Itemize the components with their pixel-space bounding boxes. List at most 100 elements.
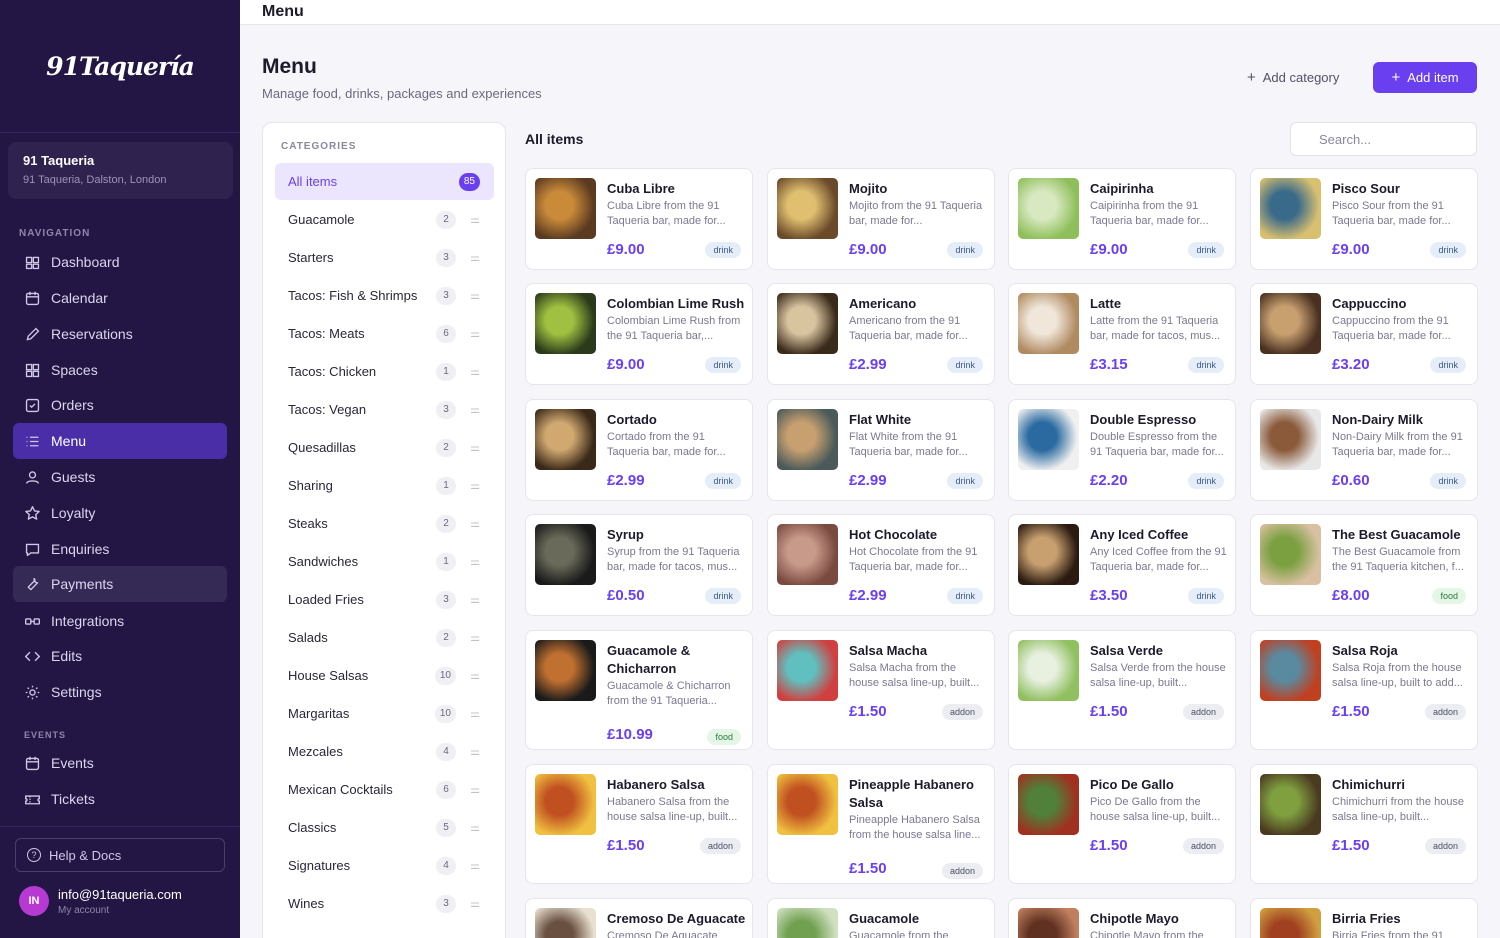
menu-item-card[interactable]: Any Iced Coffee Any Iced Coffee from the … (1008, 514, 1236, 616)
category-item[interactable]: Signatures 4 ⚌ (275, 847, 494, 884)
category-item[interactable]: Loaded Fries 3 ⚌ (275, 581, 494, 618)
category-item[interactable]: Quesadillas 2 ⚌ (275, 429, 494, 466)
category-item[interactable]: Tacos: Chicken 1 ⚌ (275, 353, 494, 390)
menu-item-card[interactable]: The Best Guacamole The Best Guacamole fro… (1250, 514, 1478, 616)
menu-item-card[interactable]: Flat White Flat White from the 91 Taqueri… (767, 399, 995, 501)
category-item[interactable]: Margaritas 10 ⚌ (275, 695, 494, 732)
menu-item-card[interactable]: Chipotle Mayo Chipotle Mayo from the (1008, 898, 1236, 938)
sidebar-item-label: Tickets (51, 791, 95, 807)
drag-handle-icon[interactable]: ⚌ (470, 555, 480, 568)
drag-handle-icon[interactable]: ⚌ (470, 669, 480, 682)
category-item[interactable]: Tacos: Fish & Shrimps 3 ⚌ (275, 277, 494, 314)
category-item[interactable]: House Salsas 10 ⚌ (275, 657, 494, 694)
category-item[interactable]: Starters 3 ⚌ (275, 239, 494, 276)
menu-item-card[interactable]: Non-Dairy Milk Non-Dairy Milk from the 91… (1250, 399, 1478, 501)
drag-handle-icon[interactable]: ⚌ (470, 441, 480, 454)
drag-handle-icon[interactable]: ⚌ (470, 251, 480, 264)
sidebar-item-orders[interactable]: Orders (13, 387, 227, 423)
sidebar-item-integrations[interactable]: Integrations (13, 603, 227, 639)
category-item[interactable]: Guacamole 2 ⚌ (275, 201, 494, 238)
venue-switcher[interactable]: 91 Taqueria 91 Taqueria, Dalston, London (8, 142, 233, 199)
menu-item-card[interactable]: Americano Americano from the 91 Taqueria … (767, 283, 995, 385)
menu-item-card[interactable]: Chimichurri Chimichurri from the house sa… (1250, 764, 1478, 884)
sidebar-item-settings[interactable]: Settings (13, 674, 227, 710)
categories-title: CATEGORIES (281, 141, 357, 152)
sidebar-item-reservations[interactable]: Reservations (13, 316, 227, 352)
sidebar-item-spaces[interactable]: Spaces (13, 352, 227, 388)
item-photo (1018, 524, 1079, 585)
menu-item-card[interactable]: Cuba Libre Cuba Libre from the 91 Taqueri… (525, 168, 753, 270)
sidebar-item-guests[interactable]: Guests (13, 459, 227, 495)
item-description: Mojito from the 91 Taqueria bar, made fo… (849, 200, 983, 227)
drag-handle-icon[interactable]: ⚌ (470, 821, 480, 834)
drag-handle-icon[interactable]: ⚌ (470, 859, 480, 872)
sidebar-item-loyalty[interactable]: Loyalty (13, 495, 227, 531)
menu-item-card[interactable]: Double Espresso Double Espresso from the … (1008, 399, 1236, 501)
sidebar-item-menu[interactable]: Menu (13, 423, 227, 459)
drag-handle-icon[interactable]: ⚌ (470, 593, 480, 606)
item-name: Non-Dairy Milk (1332, 412, 1424, 427)
menu-item-card[interactable]: Salsa Roja Salsa Roja from the house sals… (1250, 630, 1478, 750)
category-item[interactable]: Sharing 1 ⚌ (275, 467, 494, 504)
category-item[interactable]: Mezcales 4 ⚌ (275, 733, 494, 770)
menu-item-card[interactable]: Guacamole Guacamole from the (767, 898, 995, 938)
search-input[interactable] (1290, 122, 1477, 156)
menu-item-card[interactable]: Colombian Lime Rush Colombian Lime Rush f… (525, 283, 753, 385)
category-item[interactable]: Mexican Cocktails 6 ⚌ (275, 771, 494, 808)
add-item-button[interactable]: + Add item (1373, 62, 1477, 93)
menu-item-card[interactable]: Pisco Sour Pisco Sour from the 91 Taqueri… (1250, 168, 1478, 270)
drag-handle-icon[interactable]: ⚌ (470, 479, 480, 492)
drag-handle-icon[interactable]: ⚌ (470, 213, 480, 226)
help-docs-button[interactable]: ? Help & Docs (15, 838, 225, 872)
drag-handle-icon[interactable]: ⚌ (470, 707, 480, 720)
category-item[interactable]: Sandwiches 1 ⚌ (275, 543, 494, 580)
sidebar-item-enquiries[interactable]: Enquiries (13, 531, 227, 567)
menu-item-card[interactable]: Hot Chocolate Hot Chocolate from the 91 T… (767, 514, 995, 616)
menu-item-card[interactable]: Salsa Macha Salsa Macha from the house sa… (767, 630, 995, 750)
menu-item-card[interactable]: Habanero Salsa Habanero Salsa from the ho… (525, 764, 753, 884)
drag-handle-icon[interactable]: ⚌ (470, 365, 480, 378)
drag-handle-icon[interactable]: ⚌ (470, 327, 480, 340)
category-item[interactable]: Classics 5 ⚌ (275, 809, 494, 846)
drag-handle-icon[interactable]: ⚌ (470, 897, 480, 910)
menu-item-card[interactable]: Cappuccino Cappuccino from the 91 Taqueri… (1250, 283, 1478, 385)
menu-item-card[interactable]: Latte Latte from the 91 Taqueria bar, mad… (1008, 283, 1236, 385)
sidebar-item-calendar[interactable]: Calendar (13, 280, 227, 316)
category-item[interactable]: Salads 2 ⚌ (275, 619, 494, 656)
menu-item-card[interactable]: Cortado Cortado from the 91 Taqueria bar,… (525, 399, 753, 501)
category-item[interactable]: Steaks 2 ⚌ (275, 505, 494, 542)
drag-handle-icon[interactable]: ⚌ (470, 517, 480, 530)
menu-item-card[interactable]: Pico De Gallo Pico De Gallo from the hous… (1008, 764, 1236, 884)
menu-item-card[interactable]: Caipirinha Caipirinha from the 91 Taqueri… (1008, 168, 1236, 270)
item-description: Cuba Libre from the 91 Taqueria bar, mad… (607, 200, 726, 227)
category-item[interactable]: Wines 3 ⚌ (275, 885, 494, 922)
drag-handle-icon[interactable]: ⚌ (470, 403, 480, 416)
sidebar-divider (0, 826, 240, 827)
sidebar-item-payments[interactable]: Payments (13, 566, 227, 602)
category-item[interactable]: All items 85 (275, 163, 494, 200)
sidebar-item-tickets[interactable]: Tickets (13, 781, 227, 817)
account-menu[interactable]: IN info@91taqueria.com My account (19, 886, 182, 916)
brand-logo[interactable]: 91Taquería (0, 0, 240, 133)
menu-item-card[interactable]: Pineapple Habanero Salsa Pineapple Habane… (767, 764, 995, 884)
sidebar-item-edits[interactable]: Edits (13, 638, 227, 674)
sidebar-item-dashboard[interactable]: Dashboard (13, 244, 227, 280)
item-type-badge: drink (947, 242, 983, 258)
drag-handle-icon[interactable]: ⚌ (470, 631, 480, 644)
item-price: £1.50 (1332, 837, 1370, 854)
drag-handle-icon[interactable]: ⚌ (470, 783, 480, 796)
menu-item-card[interactable]: Syrup Syrup from the 91 Taqueria bar, mad… (525, 514, 753, 616)
sidebar-item-events[interactable]: Events (13, 745, 227, 781)
menu-item-card[interactable]: Mojito Mojito from the 91 Taqueria bar, m… (767, 168, 995, 270)
menu-item-card[interactable]: Cremoso De Aguacate Cremoso De Aguacate (525, 898, 753, 938)
menu-item-card[interactable]: Salsa Verde Salsa Verde from the house sa… (1008, 630, 1236, 750)
drag-handle-icon[interactable]: ⚌ (470, 745, 480, 758)
menu-item-card[interactable]: Guacamole & Chicharron Guacamole & Chicha… (525, 630, 753, 750)
menu-item-card[interactable]: Birria Fries Birria Fries from the 91 (1250, 898, 1478, 938)
drag-handle-icon[interactable]: ⚌ (470, 289, 480, 302)
category-item[interactable]: Tacos: Vegan 3 ⚌ (275, 391, 494, 428)
item-name: Pico De Gallo (1090, 777, 1174, 792)
add-category-button[interactable]: + Add category (1247, 69, 1339, 86)
category-item[interactable]: Tacos: Meats 6 ⚌ (275, 315, 494, 352)
item-price: £1.50 (849, 703, 887, 720)
